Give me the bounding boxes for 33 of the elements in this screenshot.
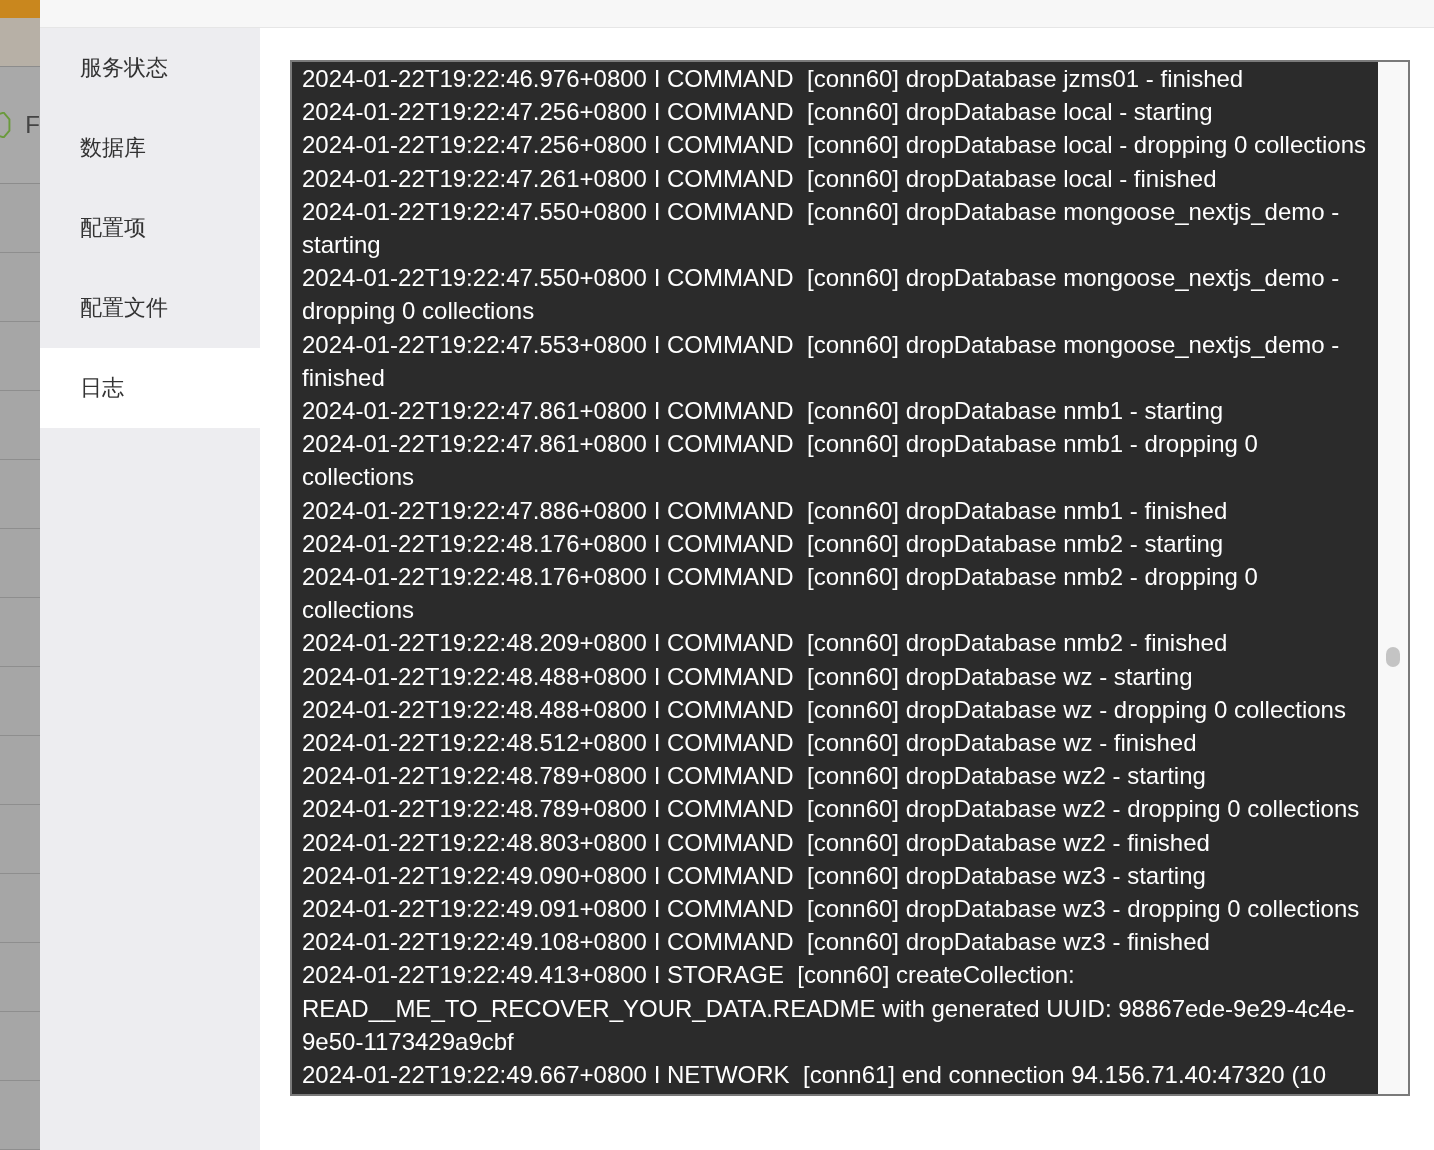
log-line: 2024-01-22T19:22:48.803+0800 I COMMAND [conn60] dropDatabase wz2 - finished: [302, 827, 1211, 858]
log-line: 2024-01-22T19:22:49.090+0800 I COMMAND [conn60] dropDatabase wz3 - starting: [302, 860, 1207, 891]
log-line: 2024-01-22T19:22:47.261+0800 I COMMAND [conn60] dropDatabase local - finished: [302, 163, 1218, 194]
log-line: 2024-01-22T19:22:47.550+0800 I COMMAND [conn60] dropDatabase mongoose_nextjs_demo - dropping 0 collections: [302, 263, 1341, 327]
log-line: 2024-01-22T19:22:48.488+0800 I COMMAND [conn60] dropDatabase wz - dropping 0 collections: [302, 694, 1347, 725]
log-line: 2024-01-22T19:22:48.789+0800 I COMMAND [conn60] dropDatabase wz2 - starting: [302, 761, 1207, 792]
log-line: 2024-01-22T19:22:49.091+0800 I COMMAND [conn60] dropDatabase wz3 - dropping 0 collections: [302, 894, 1361, 925]
sidebar-item[interactable]: 日志: [40, 348, 260, 428]
log-line: 2024-01-22T19:22:47.886+0800 I COMMAND [conn60] dropDatabase nmb1 - finished: [302, 495, 1229, 526]
sidebar-item[interactable]: 服务状态: [40, 28, 260, 108]
log-line: 2024-01-22T19:22:49.413+0800 I STORAGE [conn60] createCollection: READ__ME_TO_RECOVER_YOUR_DATA.README with generated UUID: 98867ede-9e29-4c4e-9e50-1173429a9cbf: [302, 960, 1356, 1057]
log-line: 2024-01-22T19:22:46.976+0800 I COMMAND [conn60] dropDatabase jzms01 - finished: [302, 64, 1245, 94]
log-line: 2024-01-22T19:22:47.861+0800 I COMMAND [conn60] dropDatabase nmb1 - starting: [302, 396, 1225, 427]
log-line: 2024-01-22T19:22:48.209+0800 I COMMAND [conn60] dropDatabase nmb2 - finished: [302, 628, 1229, 659]
scrollbar-thumb[interactable]: [1386, 647, 1400, 667]
log-line: 2024-01-22T19:22:47.553+0800 I COMMAND [conn60] dropDatabase mongoose_nextjs_demo - finished: [302, 329, 1341, 393]
log-line: 2024-01-22T19:22:47.256+0800 I COMMAND [conn60] dropDatabase local - starting: [302, 97, 1214, 128]
log-line: 2024-01-22T19:22:49.667+0800 I NETWORK [conn61] end connection 94.156.71.40:47320 (10: [302, 1060, 1328, 1091]
log-line: 2024-01-22T19:22:47.861+0800 I COMMAND [conn60] dropDatabase nmb1 - dropping 0 collections: [302, 429, 1259, 493]
log-line: 2024-01-22T19:22:47.550+0800 I COMMAND [conn60] dropDatabase mongoose_nextjs_demo - starting: [302, 196, 1341, 260]
log-line: 2024-01-22T19:22:48.176+0800 I COMMAND [conn60] dropDatabase nmb2 - dropping 0 collections: [302, 562, 1259, 626]
sidebar-item[interactable]: 配置文件: [40, 268, 260, 348]
log-line: 2024-01-22T19:22:48.488+0800 I COMMAND [conn60] dropDatabase wz - starting: [302, 661, 1194, 692]
sidebar-item[interactable]: 数据库: [40, 108, 260, 188]
hexagon-icon: [0, 112, 12, 138]
log-line: 2024-01-22T19:22:49.108+0800 I COMMAND [conn60] dropDatabase wz3 - finished: [302, 927, 1211, 958]
sidebar-item[interactable]: 配置项: [40, 188, 260, 268]
background-label: F: [25, 111, 40, 139]
log-line: 2024-01-22T19:22:48.512+0800 I COMMAND [conn60] dropDatabase wz - finished: [302, 728, 1198, 759]
log-line: 2024-01-22T19:22:48.176+0800 I COMMAND [conn60] dropDatabase nmb2 - starting: [302, 528, 1225, 559]
background-header-bar: [0, 0, 40, 18]
log-line: 2024-01-22T19:22:48.789+0800 I COMMAND [conn60] dropDatabase wz2 - dropping 0 collections: [302, 794, 1361, 825]
log-line: 2024-01-22T19:22:47.256+0800 I COMMAND [conn60] dropDatabase local - dropping 0 collections: [302, 130, 1367, 161]
